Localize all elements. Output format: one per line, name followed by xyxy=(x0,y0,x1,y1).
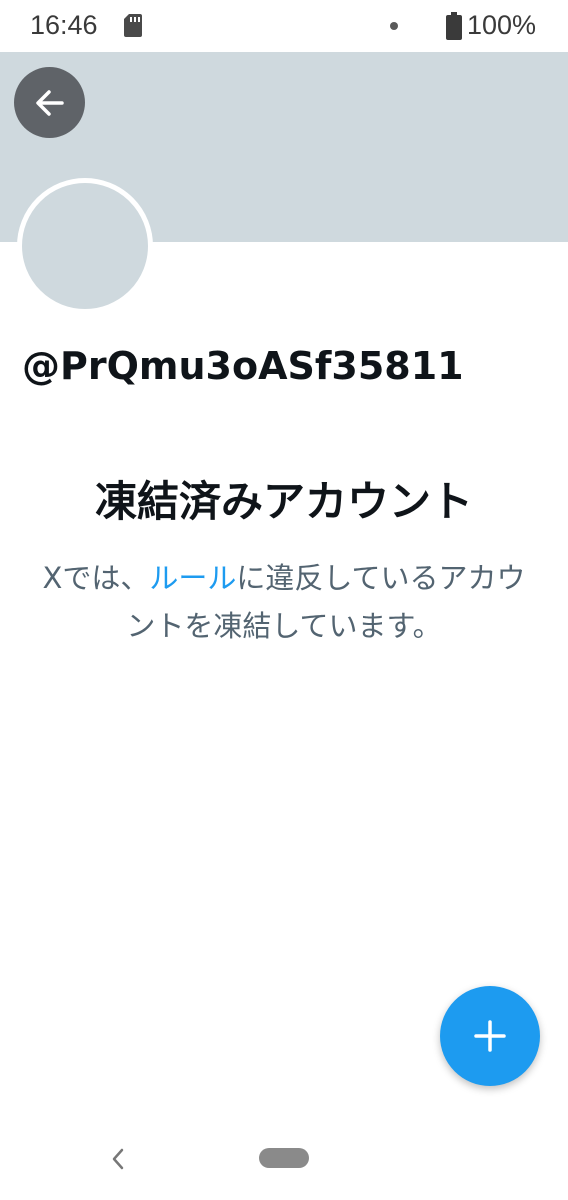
suspended-message: Xでは、ルールに違反しているアカウントを凍結しています。 xyxy=(40,554,528,650)
suspended-title: 凍結済みアカウント xyxy=(94,477,473,526)
battery-icon xyxy=(446,12,462,40)
message-text-before: Xでは、 xyxy=(42,561,150,595)
arrow-left-icon xyxy=(35,89,64,116)
back-button[interactable] xyxy=(14,67,85,138)
profile-handle: @PrQmu3oASf35811 xyxy=(22,344,464,388)
rules-link[interactable]: ルール xyxy=(149,561,236,595)
avatar xyxy=(17,178,153,314)
chevron-left-icon[interactable] xyxy=(108,1146,128,1172)
status-time: 16:46 xyxy=(30,10,98,40)
home-pill-icon[interactable] xyxy=(259,1148,309,1168)
compose-button[interactable] xyxy=(440,986,540,1086)
battery-percent: 100% xyxy=(467,10,537,40)
plus-icon xyxy=(474,1020,506,1052)
sd-card-icon xyxy=(124,14,142,37)
notification-dot-icon xyxy=(390,22,398,30)
status-bar: 16:46 100% xyxy=(0,0,568,52)
